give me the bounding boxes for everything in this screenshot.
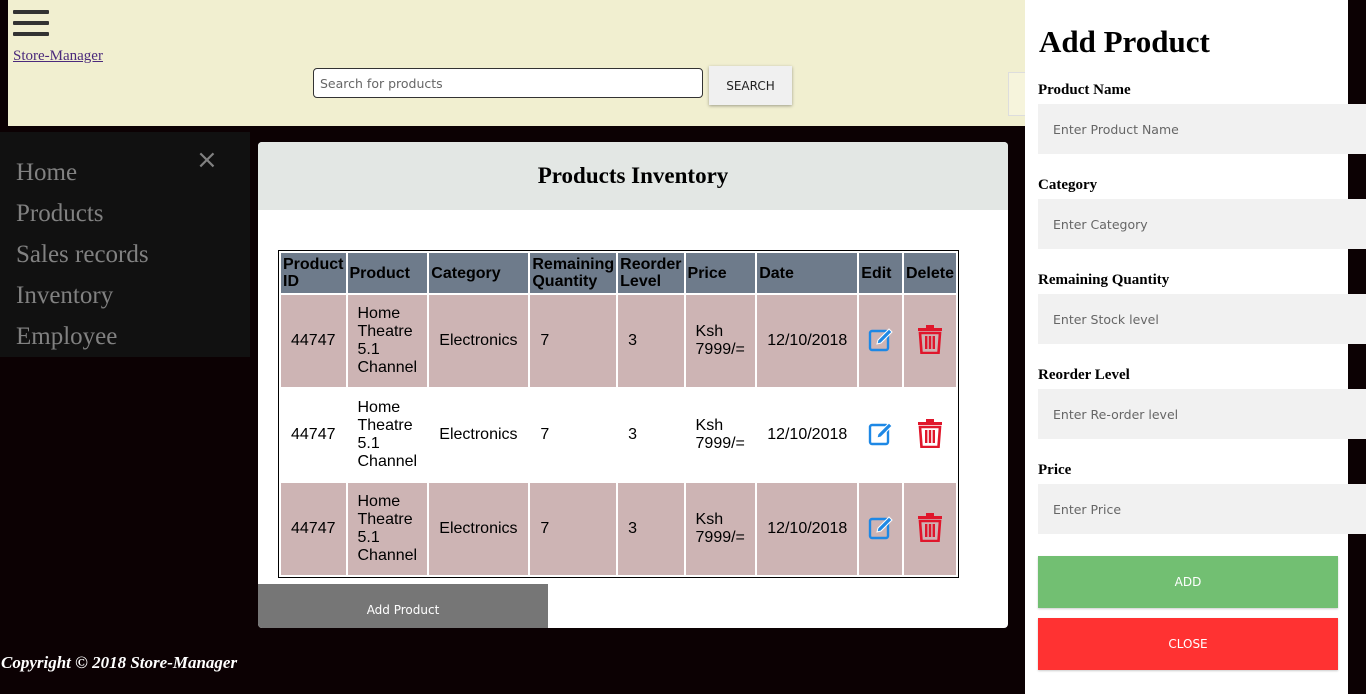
sidebar-item-inventory[interactable]: Inventory bbox=[16, 282, 113, 310]
category-cell: Electronics bbox=[429, 295, 529, 387]
add-product-button[interactable]: Add Product bbox=[258, 584, 548, 628]
table-row: 44747 Home Theatre 5.1 Channel Electronics… bbox=[281, 295, 956, 387]
column-header: Delete bbox=[903, 253, 956, 293]
delete-cell bbox=[903, 483, 956, 575]
remaining-quantity-cell: 7 bbox=[530, 483, 617, 575]
product-id-cell: 44747 bbox=[281, 483, 346, 575]
add-button[interactable]: ADD bbox=[1038, 556, 1338, 608]
top-header: Store-Manager SEARCH bbox=[8, 0, 1038, 126]
sidebar-nav: × Home Products Sales records Inventory … bbox=[0, 132, 250, 357]
category-cell: Electronics bbox=[429, 483, 529, 575]
column-header: Remaining Quantity bbox=[530, 253, 617, 293]
delete-cell bbox=[903, 389, 956, 481]
column-header: Date bbox=[757, 253, 858, 293]
trash-icon[interactable] bbox=[917, 324, 943, 358]
form-title: Add Product bbox=[1039, 24, 1210, 59]
price-cell: Ksh 7999/= bbox=[685, 295, 756, 387]
product-name-field[interactable] bbox=[1038, 104, 1366, 154]
hamburger-menu-icon[interactable] bbox=[13, 10, 49, 40]
sidebar-item-employee[interactable]: Employee bbox=[16, 323, 117, 351]
product-id-cell: 44747 bbox=[281, 295, 346, 387]
reorder-level-cell: 3 bbox=[618, 483, 684, 575]
edit-icon[interactable] bbox=[867, 515, 895, 545]
date-cell: 12/10/2018 bbox=[757, 389, 858, 481]
reorder-level-cell: 3 bbox=[618, 295, 684, 387]
delete-cell bbox=[903, 295, 956, 387]
edit-cell bbox=[859, 389, 902, 481]
add-product-form: Add Product Product Name Category Remain… bbox=[1025, 0, 1366, 694]
remaining-quantity-cell: 7 bbox=[530, 295, 617, 387]
reorder-level-cell: 3 bbox=[618, 389, 684, 481]
sidebar-item-sales-records[interactable]: Sales records bbox=[16, 241, 149, 269]
close-icon[interactable]: × bbox=[196, 147, 218, 173]
product-name-label: Product Name bbox=[1038, 82, 1131, 98]
sidebar-item-products[interactable]: Products bbox=[16, 200, 104, 228]
product-name-cell: Home Theatre 5.1 Channel bbox=[347, 483, 428, 575]
category-label: Category bbox=[1038, 177, 1098, 193]
price-label: Price bbox=[1038, 462, 1072, 478]
brand-link[interactable]: Store-Manager bbox=[13, 48, 103, 65]
column-header: Price bbox=[685, 253, 756, 293]
date-cell: 12/10/2018 bbox=[757, 483, 858, 575]
remaining-quantity-cell: 7 bbox=[530, 389, 617, 481]
inventory-table: Product ID Product Category Remaining Qu… bbox=[278, 250, 959, 578]
copyright-footer: Copyright © 2018 Store-Manager bbox=[1, 653, 238, 672]
remaining-quantity-label: Remaining Quantity bbox=[1038, 272, 1170, 288]
edit-cell bbox=[859, 295, 902, 387]
product-id-cell: 44747 bbox=[281, 389, 346, 481]
edit-icon[interactable] bbox=[867, 327, 895, 357]
column-header: Reorder Level bbox=[618, 253, 684, 293]
product-name-cell: Home Theatre 5.1 Channel bbox=[347, 389, 428, 481]
trash-icon[interactable] bbox=[917, 418, 943, 452]
product-name-cell: Home Theatre 5.1 Channel bbox=[347, 295, 428, 387]
category-field[interactable] bbox=[1038, 199, 1366, 249]
column-header: Category bbox=[429, 253, 529, 293]
reorder-level-field[interactable] bbox=[1038, 389, 1366, 439]
price-cell: Ksh 7999/= bbox=[685, 389, 756, 481]
date-cell: 12/10/2018 bbox=[757, 295, 858, 387]
edit-icon[interactable] bbox=[867, 421, 895, 451]
close-button[interactable]: CLOSE bbox=[1038, 618, 1338, 670]
category-cell: Electronics bbox=[429, 389, 529, 481]
sidebar-item-home[interactable]: Home bbox=[16, 159, 77, 187]
page-title: Products Inventory bbox=[258, 142, 1008, 210]
inventory-panel: Products Inventory Product ID Product Ca… bbox=[258, 142, 1008, 628]
edit-cell bbox=[859, 483, 902, 575]
price-cell: Ksh 7999/= bbox=[685, 483, 756, 575]
price-field[interactable] bbox=[1038, 484, 1366, 534]
column-header: Edit bbox=[859, 253, 902, 293]
column-header: Product bbox=[347, 253, 428, 293]
table-row: 44747 Home Theatre 5.1 Channel Electronics… bbox=[281, 483, 956, 575]
search-button[interactable]: SEARCH bbox=[709, 66, 792, 105]
reorder-level-label: Reorder Level bbox=[1038, 367, 1130, 383]
column-header: Product ID bbox=[281, 253, 346, 293]
table-row: 44747 Home Theatre 5.1 Channel Electronics… bbox=[281, 389, 956, 481]
remaining-quantity-field[interactable] bbox=[1038, 294, 1366, 344]
search-input[interactable] bbox=[313, 68, 703, 98]
trash-icon[interactable] bbox=[917, 512, 943, 546]
